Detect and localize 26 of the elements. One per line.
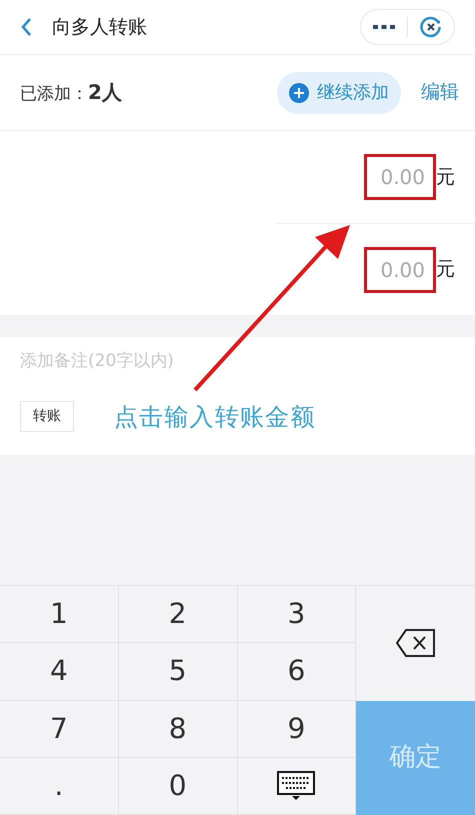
added-count: 已添加：2人 — [20, 79, 122, 106]
back-icon[interactable] — [20, 17, 32, 37]
keypad-key[interactable]: 2 — [118, 586, 238, 644]
keypad-key[interactable]: 4 — [0, 643, 119, 700]
amount-field[interactable]: 0.00 — [364, 246, 436, 292]
remark-tag[interactable]: 转账 — [20, 401, 74, 432]
backspace-icon — [396, 628, 436, 658]
keyboard-icon — [277, 770, 316, 801]
currency-unit: 元 — [436, 257, 455, 282]
keypad-key[interactable]: 1 — [0, 586, 119, 644]
keypad-key[interactable]: 7 — [0, 700, 119, 758]
amount-field[interactable]: 0.00 — [364, 154, 436, 200]
edit-link[interactable]: 编辑 — [421, 78, 459, 107]
close-icon[interactable] — [420, 16, 442, 38]
keypad-key[interactable]: 0 — [118, 758, 238, 815]
keypad-key[interactable]: . — [0, 758, 119, 815]
annotation-text: 点击输入转账金额 — [114, 402, 316, 432]
hide-keyboard-button[interactable] — [238, 758, 356, 815]
keypad-key[interactable]: 8 — [118, 700, 238, 758]
keypad-key[interactable]: 3 — [238, 586, 356, 644]
plus-icon — [289, 82, 309, 102]
page-title: 向多人转账 — [52, 14, 147, 40]
keypad-key[interactable]: 5 — [118, 643, 238, 700]
more-icon[interactable] — [373, 24, 395, 30]
currency-unit: 元 — [436, 164, 455, 190]
keypad-key[interactable]: 6 — [238, 643, 356, 700]
